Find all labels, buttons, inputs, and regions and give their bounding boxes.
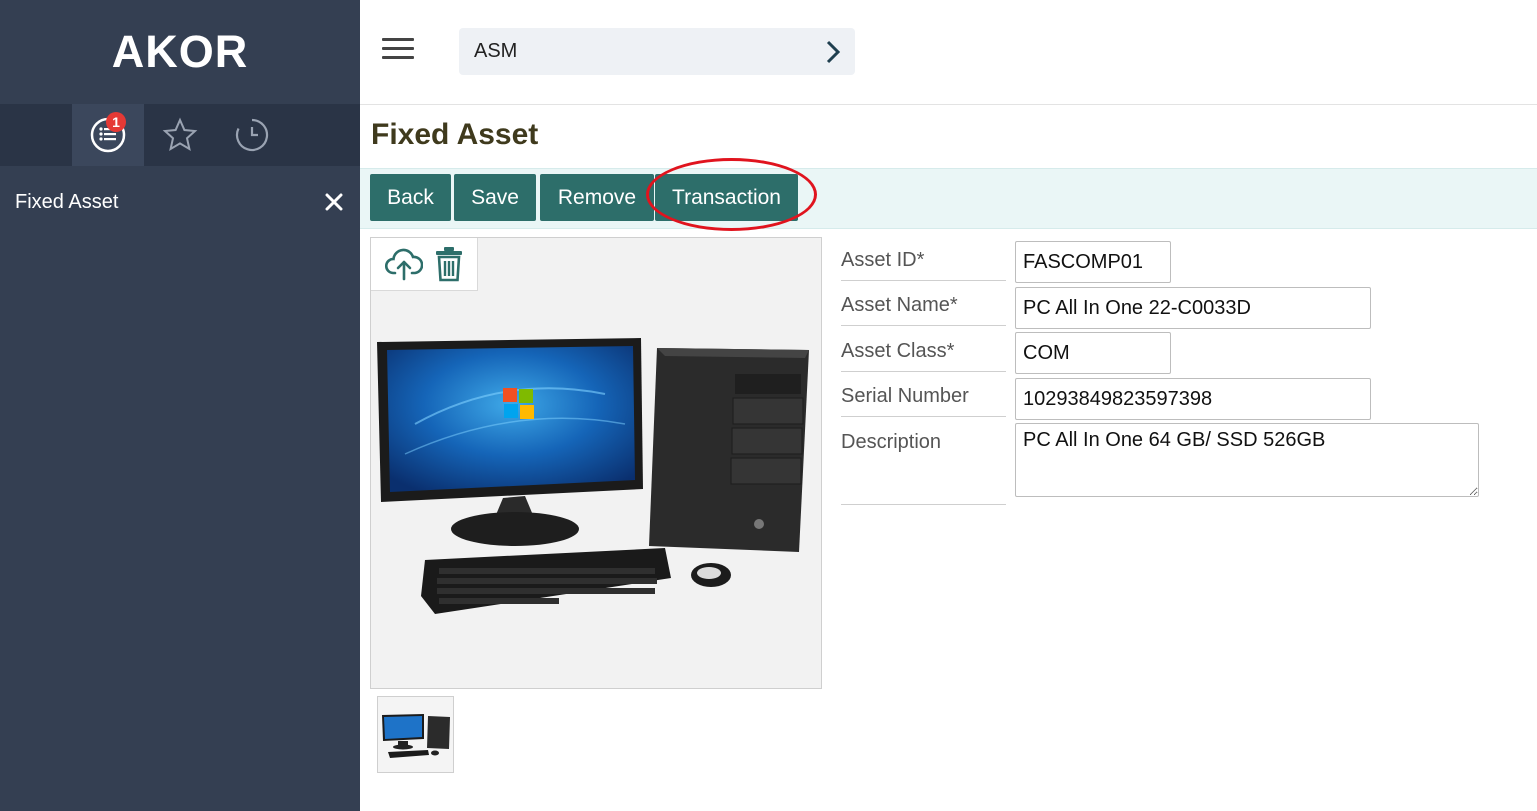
sidebar: AKOR 1 Fixed Asset <box>0 0 360 811</box>
serial-number-field[interactable] <box>1015 378 1371 420</box>
sidebar-tab-favorites[interactable] <box>144 104 216 166</box>
save-button[interactable]: Save <box>454 174 536 221</box>
asset-class-field[interactable] <box>1015 332 1171 374</box>
topbar: ASM <box>360 0 1537 105</box>
sidebar-item-label: Fixed Asset <box>15 190 119 213</box>
remove-button[interactable]: Remove <box>540 174 654 221</box>
history-icon <box>235 118 269 152</box>
close-icon[interactable] <box>322 190 346 214</box>
page-title: Fixed Asset <box>371 118 539 151</box>
image-thumbnail[interactable] <box>377 696 454 773</box>
sidebar-tabs: 1 <box>0 104 360 166</box>
serial-number-label: Serial Number <box>841 385 1006 417</box>
sidebar-item-fixed-asset[interactable]: Fixed Asset <box>0 166 360 238</box>
star-icon <box>162 117 198 152</box>
asset-image-panel <box>370 237 822 689</box>
asset-name-label: Asset Name* <box>841 294 1006 326</box>
cloud-upload-icon[interactable] <box>384 247 423 281</box>
image-toolbar <box>371 238 478 291</box>
asset-id-field[interactable] <box>1015 241 1171 283</box>
back-button[interactable]: Back <box>370 174 451 221</box>
notification-badge: 1 <box>106 112 126 132</box>
sidebar-tab-menu[interactable]: 1 <box>72 104 144 166</box>
asset-id-label: Asset ID* <box>841 249 1006 281</box>
brand-logo: AKOR <box>111 26 249 77</box>
action-toolbar: Back Save Remove Transaction <box>360 168 1537 229</box>
desktop-computer-image <box>377 338 809 614</box>
sidebar-tab-history[interactable] <box>216 104 288 166</box>
breadcrumb-label: ASM <box>474 40 518 62</box>
chevron-right-icon <box>826 40 841 63</box>
asset-name-field[interactable] <box>1015 287 1371 329</box>
description-label: Description <box>841 431 1006 505</box>
asset-class-label: Asset Class* <box>841 340 1006 372</box>
transaction-button[interactable]: Transaction <box>655 174 798 221</box>
description-field[interactable]: PC All In One 64 GB/ SSD 526GB <box>1015 423 1479 497</box>
breadcrumb[interactable]: ASM <box>459 28 855 75</box>
trash-icon[interactable] <box>434 246 464 282</box>
hamburger-menu-icon[interactable] <box>382 38 414 62</box>
